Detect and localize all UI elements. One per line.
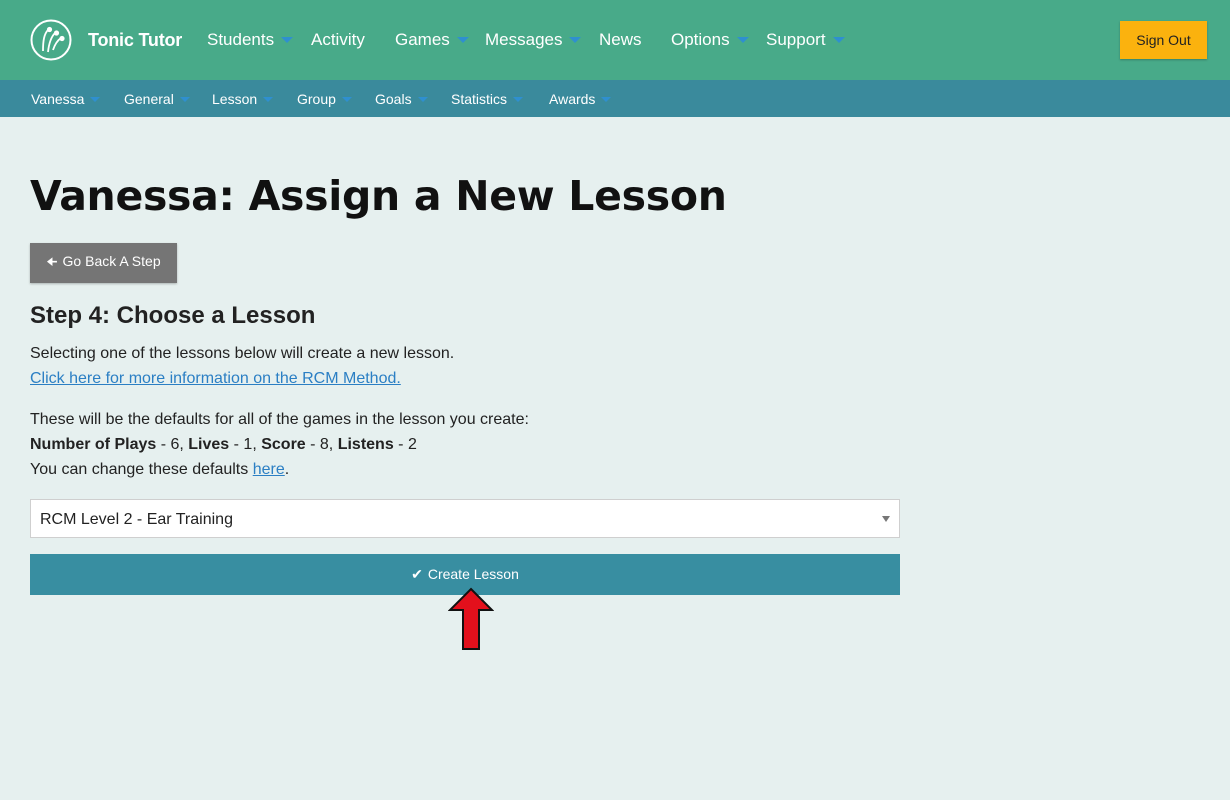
chevron-down-icon [569,36,582,43]
subnav-group-label: Group [297,91,336,107]
subnav-statistics-label: Statistics [451,91,508,107]
nav-activity[interactable]: Activity [311,30,365,50]
nav-students[interactable]: Students [207,30,294,50]
music-notes-logo-icon[interactable] [30,19,72,61]
nav-games-label: Games [395,30,450,49]
student-subnav: Vanessa General Lesson Group Goals Stati… [0,80,1230,117]
change-defaults-link[interactable]: here [253,461,285,478]
nav-options-label: Options [671,30,730,49]
subnav-general-label: General [124,91,174,107]
listens-label: Listens [337,436,394,453]
subnav-statistics[interactable]: Statistics [451,91,524,107]
intro-text: Selecting one of the lessons below will … [30,345,455,362]
chevron-down-icon [281,36,294,43]
subnav-awards-label: Awards [549,91,596,107]
go-back-button[interactable]: 🠈 Go Back A Step [30,243,177,283]
nav-messages[interactable]: Messages [485,30,582,50]
chevron-down-icon [832,36,845,43]
nav-support-label: Support [766,30,826,49]
plays-value: - 6, [156,436,189,453]
nav-activity-label: Activity [311,30,365,49]
chevron-down-icon [736,36,749,43]
subnav-group[interactable]: Group [297,91,352,107]
change-defaults-line: You can change these defaults here. [30,461,289,479]
step-heading: Step 4: Choose a Lesson [30,302,316,329]
nav-students-label: Students [207,30,275,49]
lesson-select[interactable]: RCM Level 2 - Ear Training [30,499,900,538]
chevron-down-icon [341,96,352,102]
caret-down-icon [882,516,890,522]
chevron-down-icon [456,36,469,43]
red-arrow-up-icon [448,587,494,650]
subnav-awards[interactable]: Awards [549,91,612,107]
subnav-vanessa-label: Vanessa [31,91,85,107]
chevron-down-icon [513,96,524,102]
subnav-vanessa[interactable]: Vanessa [31,91,101,107]
plays-label: Number of Plays [30,436,157,453]
nav-support[interactable]: Support [766,30,845,50]
brand-name[interactable]: Tonic Tutor [88,30,182,51]
go-back-label: Go Back A Step [62,252,161,269]
nav-news[interactable]: News [599,30,642,50]
nav-news-label: News [599,30,642,49]
subnav-general[interactable]: General [124,91,190,107]
score-value: - 8, [305,436,338,453]
nav-options[interactable]: Options [671,30,749,50]
top-navbar: Tonic Tutor Students Activity Games Mess… [0,0,1230,80]
listens-value: - 2 [393,436,417,453]
subnav-lesson[interactable]: Lesson [212,91,274,107]
nav-messages-label: Messages [485,30,563,49]
subnav-goals[interactable]: Goals [375,91,428,107]
lesson-select-value: RCM Level 2 - Ear Training [40,511,233,528]
subnav-goals-label: Goals [375,91,412,107]
subnav-lesson-label: Lesson [212,91,258,107]
change-defaults-end: . [284,461,290,478]
score-label: Score [261,436,306,453]
chevron-down-icon [90,96,101,102]
lives-label: Lives [188,436,230,453]
chevron-down-icon [601,96,612,102]
checkmark-icon: ✔ [411,566,423,582]
sign-out-button[interactable]: Sign Out [1120,21,1207,59]
nav-games[interactable]: Games [395,30,469,50]
rcm-method-link[interactable]: Click here for more information on the R… [30,370,401,387]
page-title: Vanessa: Assign a New Lesson [30,172,727,220]
chevron-down-icon [417,96,428,102]
change-defaults-text: You can change these defaults [30,461,253,478]
rcm-info-line: Click here for more information on the R… [30,370,401,388]
lives-value: - 1, [229,436,262,453]
defaults-values: Number of Plays - 6, Lives - 1, Score - … [30,436,417,454]
arrow-left-icon: 🠈 [46,254,58,269]
defaults-intro: These will be the defaults for all of th… [30,411,529,428]
chevron-down-icon [263,96,274,102]
create-lesson-label: Create Lesson [427,566,519,582]
chevron-down-icon [179,96,190,102]
